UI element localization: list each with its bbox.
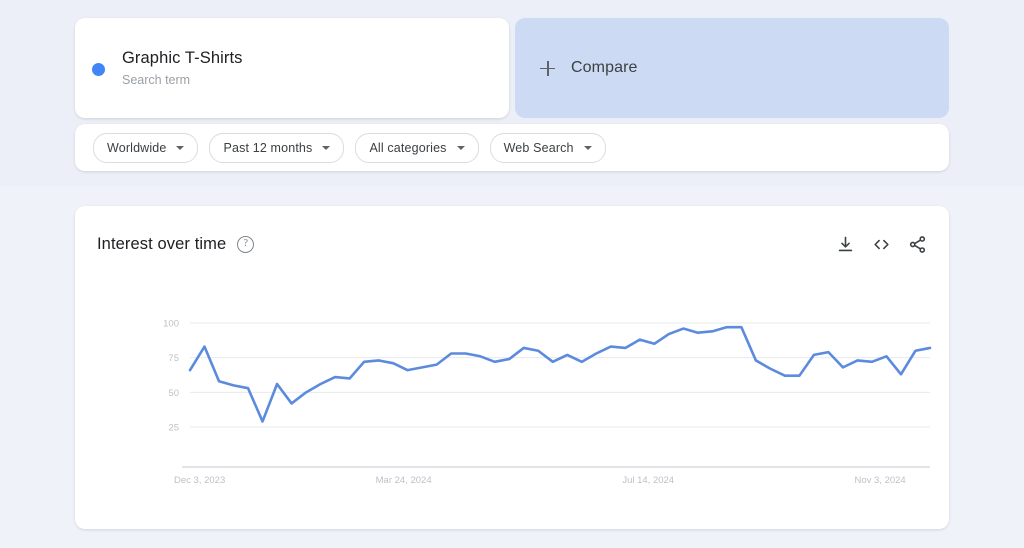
search-term-text: Graphic T-Shirts Search term bbox=[122, 47, 243, 89]
search-term-card[interactable]: Graphic T-Shirts Search term bbox=[75, 18, 509, 118]
x-axis-tick-label: Nov 3, 2024 bbox=[854, 475, 905, 486]
chevron-down-icon bbox=[322, 145, 331, 150]
x-axis-tick-label: Jul 14, 2024 bbox=[622, 475, 674, 486]
y-axis-tick-label: 75 bbox=[168, 353, 179, 364]
query-row: Graphic T-Shirts Search term Compare bbox=[75, 18, 949, 118]
compare-label: Compare bbox=[571, 59, 638, 76]
help-circle-icon[interactable]: ? bbox=[237, 235, 255, 253]
filter-category-label: All categories bbox=[369, 140, 447, 155]
chevron-down-icon bbox=[583, 145, 592, 150]
filter-location-label: Worldwide bbox=[107, 140, 167, 155]
x-axis-tick-label: Mar 24, 2024 bbox=[376, 475, 432, 486]
y-axis-tick-label: 100 bbox=[163, 319, 179, 330]
interest-over-time-card: Interest over time ? 25 50 75 100 Dec 3,… bbox=[75, 206, 949, 529]
filter-bar: Worldwide Past 12 months All categories … bbox=[75, 124, 949, 171]
chevron-down-icon bbox=[176, 145, 185, 150]
y-axis-tick-label: 25 bbox=[168, 423, 179, 434]
share-icon[interactable] bbox=[908, 235, 927, 254]
search-term-title: Graphic T-Shirts bbox=[122, 49, 243, 67]
google-trends-page: Graphic T-Shirts Search term Compare Wor… bbox=[0, 0, 1024, 548]
trend-line bbox=[188, 325, 932, 423]
chart-actions bbox=[836, 235, 927, 254]
download-icon[interactable] bbox=[836, 235, 855, 254]
filter-location[interactable]: Worldwide bbox=[93, 132, 199, 163]
compare-button[interactable]: Compare bbox=[515, 18, 949, 118]
filter-search-type[interactable]: Web Search bbox=[489, 132, 606, 163]
plus-icon bbox=[540, 60, 555, 76]
x-axis-tick-label: Dec 3, 2023 bbox=[174, 475, 225, 486]
page-title: Interest over time bbox=[97, 234, 227, 253]
filter-search-type-label: Web Search bbox=[503, 140, 574, 155]
chevron-down-icon bbox=[456, 145, 465, 150]
search-term-subtitle: Search term bbox=[122, 73, 191, 87]
filter-category[interactable]: All categories bbox=[355, 132, 479, 163]
series-color-dot bbox=[92, 62, 105, 76]
filter-timerange[interactable]: Past 12 months bbox=[209, 132, 345, 163]
embed-code-icon[interactable] bbox=[872, 235, 891, 254]
filter-timerange-label: Past 12 months bbox=[223, 140, 313, 155]
chart-header: Interest over time ? bbox=[97, 230, 927, 258]
y-axis-tick-label: 50 bbox=[168, 388, 179, 399]
trend-chart-svg: 25 50 75 100 Dec 3, 2023 Mar 24, 2024 Jul 14, … bbox=[163, 319, 932, 486]
trend-chart[interactable]: 25 50 75 100 Dec 3, 2023 Mar 24, 2024 Jul 14, … bbox=[75, 264, 949, 504]
